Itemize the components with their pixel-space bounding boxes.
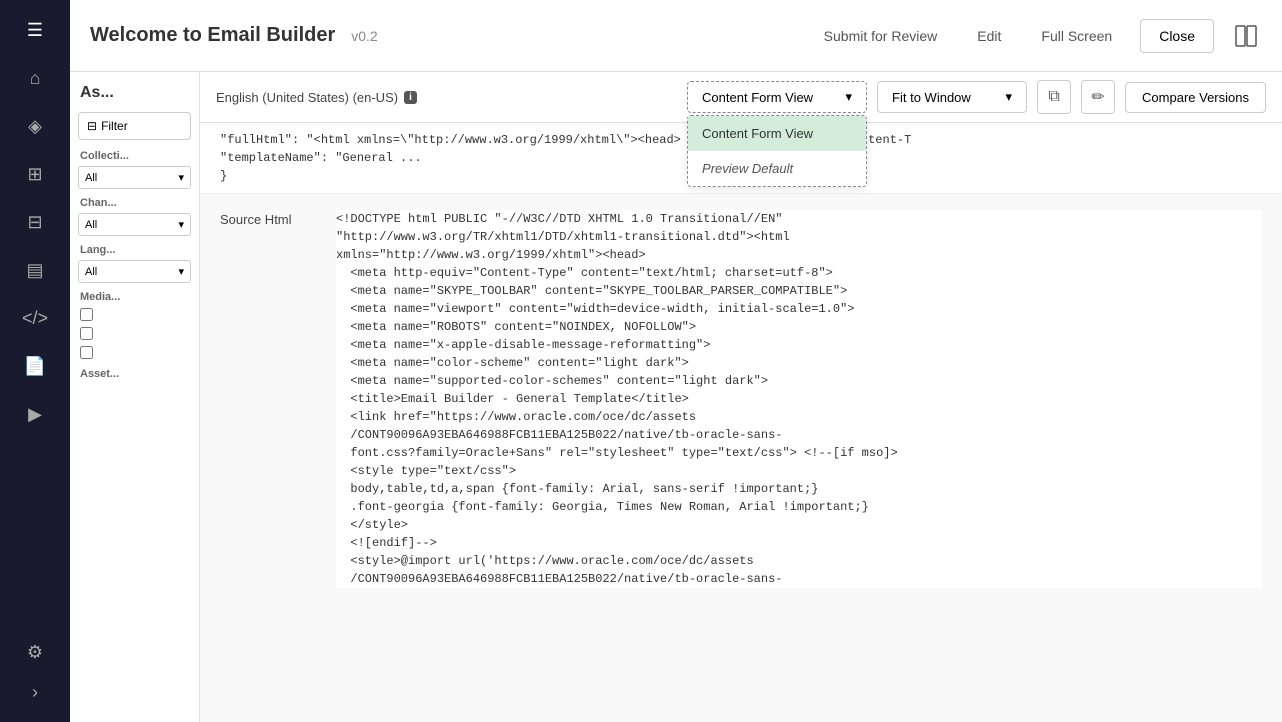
source-html-code: <!DOCTYPE html PUBLIC "-//W3C//DTD XHTML… — [336, 210, 1262, 588]
close-button[interactable]: Close — [1140, 19, 1214, 53]
channel-dropdown[interactable]: All ▾ — [78, 213, 191, 236]
compare-versions-button[interactable]: Compare Versions — [1125, 82, 1266, 113]
code-line: "http://www.w3.org/TR/xhtml1/DTD/xhtml1-… — [336, 228, 1262, 246]
expand-icon[interactable]: › — [15, 672, 55, 712]
grid-icon[interactable]: ⊟ — [15, 202, 55, 242]
source-html-container: Source Html <!DOCTYPE html PUBLIC "-//W3… — [220, 210, 1262, 588]
copy-icon: ⧉ — [1048, 88, 1059, 106]
code-line: <meta name="x-apple-disable-message-refo… — [336, 336, 1262, 354]
code-line: <![endif]--> — [336, 534, 1262, 552]
collection-dropdown[interactable]: All ▾ — [78, 166, 191, 189]
fullscreen-button[interactable]: Full Screen — [1029, 22, 1124, 50]
view-dropdown-menu: Content Form View Preview Default — [687, 115, 867, 187]
edit-icon-button[interactable]: ✏ — [1081, 80, 1115, 114]
content-area: Source Html <!DOCTYPE html PUBLIC "-//W3… — [200, 194, 1282, 722]
left-panel: As... ⊟ Filter Collecti... All ▾ Chan...… — [70, 72, 200, 722]
code-line: <title>Email Builder - General Template<… — [336, 390, 1262, 408]
chevron-down-icon: ▾ — [1006, 89, 1013, 105]
code-line: <meta name="viewport" content="width=dev… — [336, 300, 1262, 318]
code-line: <style type="text/css"> — [336, 462, 1262, 480]
chevron-down-icon: ▾ — [178, 171, 184, 184]
language-label: Lang... — [70, 238, 199, 258]
code-line: .font-georgia {font-family: Georgia, Tim… — [336, 498, 1262, 516]
top-header: Welcome to Email Builder v0.2 Submit for… — [70, 0, 1282, 72]
home-icon[interactable]: ⌂ — [15, 58, 55, 98]
code-line: <!DOCTYPE html PUBLIC "-//W3C//DTD XHTML… — [336, 210, 1262, 228]
fit-window-label: Fit to Window — [892, 90, 971, 105]
media-icon[interactable]: ▶ — [15, 394, 55, 434]
main-container: Welcome to Email Builder v0.2 Submit for… — [70, 0, 1282, 722]
table-icon[interactable]: ⊞ — [15, 154, 55, 194]
edit-button[interactable]: Edit — [965, 22, 1013, 50]
code-line: font.css?family=Oracle+Sans" rel="styles… — [336, 444, 1262, 462]
code-line: <link href="https://www.oracle.com/oce/d… — [336, 408, 1262, 426]
chevron-down-icon: ▾ — [846, 89, 853, 105]
filter-icon: ⊟ — [87, 119, 97, 133]
channel-label: Chan... — [70, 191, 199, 211]
media-checkbox-3[interactable] — [70, 343, 199, 362]
code-line: /CONT90096A93EBA646988FCB11EBA125B022/na… — [336, 426, 1262, 444]
language-value: All — [85, 266, 97, 278]
panel-title: As... — [70, 72, 199, 108]
code-line: <style>@import url('https://www.oracle.c… — [336, 552, 1262, 570]
view-option-preview-default[interactable]: Preview Default — [688, 151, 866, 186]
filter-label: Filter — [101, 119, 128, 133]
body-layout: As... ⊟ Filter Collecti... All ▾ Chan...… — [70, 72, 1282, 722]
source-html-label: Source Html — [220, 210, 320, 588]
code-line: <meta name="supported-color-schemes" con… — [336, 372, 1262, 390]
toolbar: English (United States) (en-US) i Conten… — [200, 72, 1282, 123]
gear-icon[interactable]: ⚙ — [15, 632, 55, 672]
code-line: <meta name="SKYPE_TOOLBAR" content="SKYP… — [336, 282, 1262, 300]
locale-display: English (United States) (en-US) i — [216, 90, 417, 105]
checkbox-input-3[interactable] — [80, 346, 93, 359]
collection-value: All — [85, 172, 97, 184]
split-view-icon[interactable] — [1230, 20, 1262, 52]
app-version: v0.2 — [351, 28, 377, 44]
chart-icon[interactable]: ▤ — [15, 250, 55, 290]
media-checkbox-2[interactable] — [70, 324, 199, 343]
submit-for-review-button[interactable]: Submit for Review — [812, 22, 950, 50]
menu-icon[interactable]: ☰ — [15, 10, 55, 50]
sidebar: ☰ ⌂ ◈ ⊞ ⊟ ▤ </> 📄 ▶ ⚙ › — [0, 0, 70, 722]
right-panel: English (United States) (en-US) i Conten… — [200, 72, 1282, 722]
collection-label: Collecti... — [70, 144, 199, 164]
app-title: Welcome to Email Builder — [90, 24, 335, 47]
channel-value: All — [85, 219, 97, 231]
code-line: <meta name="color-scheme" content="light… — [336, 354, 1262, 372]
view-dropdown[interactable]: Content Form View ▾ Content Form View Pr… — [687, 81, 867, 113]
filter-button[interactable]: ⊟ Filter — [78, 112, 191, 140]
view-dropdown-button[interactable]: Content Form View ▾ — [687, 81, 867, 113]
code-line: xmlns="http://www.w3.org/1999/xhtml"><he… — [336, 246, 1262, 264]
info-badge: i — [404, 91, 417, 104]
code-line: <meta http-equiv="Content-Type" content=… — [336, 264, 1262, 282]
document-icon[interactable]: 📄 — [15, 346, 55, 386]
code-line: body,table,td,a,span {font-family: Arial… — [336, 480, 1262, 498]
asset-label: Asset... — [70, 362, 199, 382]
view-dropdown-selected: Content Form View — [702, 90, 813, 105]
view-option-content-form[interactable]: Content Form View — [688, 116, 866, 151]
pencil-icon: ✏ — [1091, 87, 1104, 107]
code-icon[interactable]: </> — [15, 298, 55, 338]
chevron-down-icon: ▾ — [178, 265, 184, 278]
fit-window-button[interactable]: Fit to Window ▾ — [877, 81, 1027, 113]
language-dropdown[interactable]: All ▾ — [78, 260, 191, 283]
media-label: Media... — [70, 285, 199, 305]
checkbox-input-2[interactable] — [80, 327, 93, 340]
checkbox-input-1[interactable] — [80, 308, 93, 321]
code-line: </style> — [336, 516, 1262, 534]
chevron-down-icon: ▾ — [178, 218, 184, 231]
media-checkbox-1[interactable] — [70, 305, 199, 324]
code-line: /CONT90096A93EBA646988FCB11EBA125B022/na… — [336, 570, 1262, 588]
code-line: <meta name="ROBOTS" content="NOINDEX, NO… — [336, 318, 1262, 336]
cube-icon[interactable]: ◈ — [15, 106, 55, 146]
locale-text: English (United States) (en-US) — [216, 90, 398, 105]
copy-button[interactable]: ⧉ — [1037, 80, 1071, 114]
